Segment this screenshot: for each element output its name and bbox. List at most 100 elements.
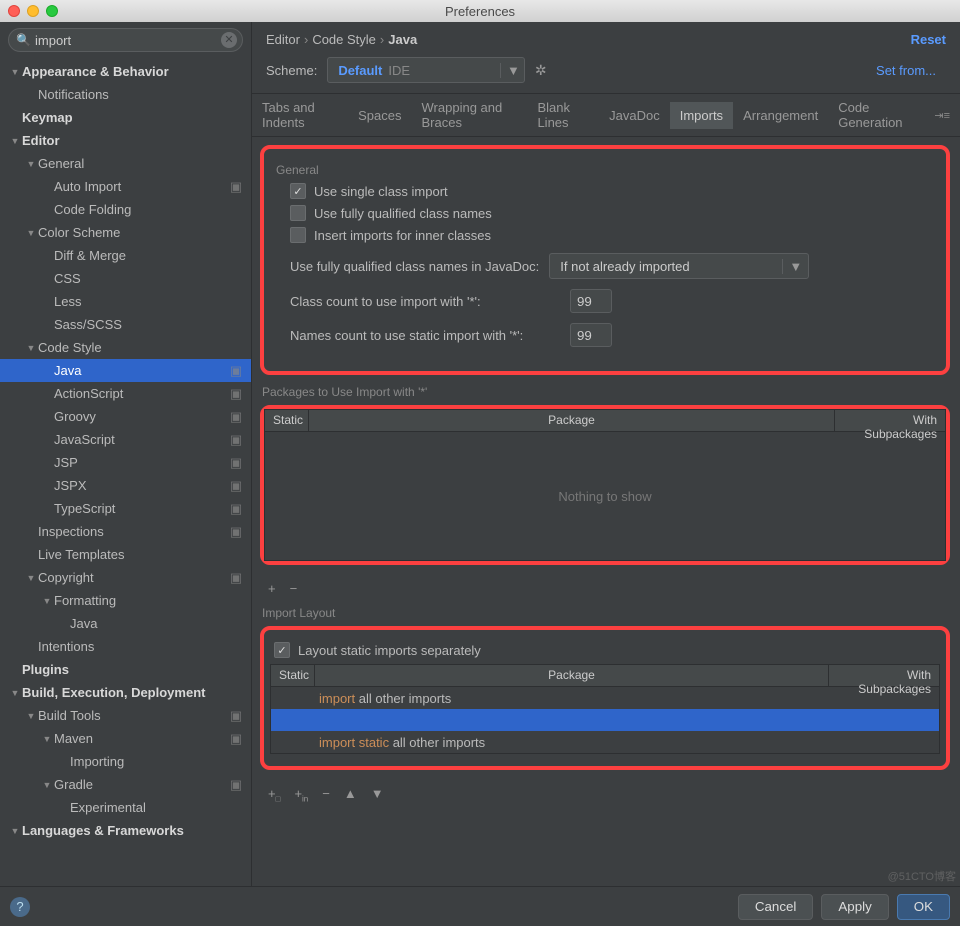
sidebar-item[interactable]: Intentions (0, 635, 251, 658)
table-row[interactable]: import all other imports (271, 687, 939, 709)
set-from-link[interactable]: Set from... (876, 63, 946, 78)
reset-link[interactable]: Reset (911, 32, 946, 47)
watermark: @51CTO博客 (888, 868, 956, 884)
module-icon: ▣ (229, 501, 243, 517)
tabs-bar: Tabs and IndentsSpacesWrapping and Brace… (252, 93, 960, 137)
section-title: Packages to Use Import with '*' (262, 385, 950, 399)
table-row[interactable] (271, 709, 939, 731)
settings-tree: ▼Appearance & BehaviorNotificationsKeyma… (0, 58, 251, 886)
sidebar-item[interactable]: Java (0, 612, 251, 635)
sidebar-item[interactable]: TypeScript▣ (0, 497, 251, 520)
scheme-dropdown[interactable]: Default IDE ▼ (327, 57, 525, 83)
sidebar-item[interactable]: ▼Maven▣ (0, 727, 251, 750)
sidebar-item[interactable]: Auto Import▣ (0, 175, 251, 198)
sidebar-item[interactable]: ▼Editor (0, 129, 251, 152)
help-icon[interactable]: ? (10, 897, 30, 917)
sidebar-item[interactable]: ActionScript▣ (0, 382, 251, 405)
add-package-icon[interactable]: +□ (268, 786, 280, 804)
remove-icon[interactable]: − (290, 581, 298, 596)
table-header: Static Package With Subpackages (265, 410, 945, 432)
content-panel: Editor›Code Style›Java Reset Scheme: Def… (252, 22, 960, 886)
sidebar-item[interactable]: ▼Languages & Frameworks (0, 819, 251, 842)
scheme-label: Scheme: (266, 63, 317, 78)
tab-tabs-and-indents[interactable]: Tabs and Indents (252, 94, 348, 136)
tab-overflow-icon[interactable]: ⇥≡ (924, 109, 960, 122)
section-title: General (276, 163, 936, 177)
sidebar-item[interactable]: JSP▣ (0, 451, 251, 474)
module-icon: ▣ (229, 570, 243, 586)
sidebar-item[interactable]: Inspections▣ (0, 520, 251, 543)
checkbox-layout-static[interactable] (274, 642, 290, 658)
gear-icon[interactable]: ✲ (535, 62, 547, 79)
add-blank-icon[interactable]: +in (294, 786, 308, 804)
tab-imports[interactable]: Imports (670, 102, 733, 129)
tab-blank-lines[interactable]: Blank Lines (527, 94, 599, 136)
tab-arrangement[interactable]: Arrangement (733, 102, 828, 129)
tab-wrapping-and-braces[interactable]: Wrapping and Braces (412, 94, 528, 136)
breadcrumb: Editor›Code Style›Java (266, 32, 417, 47)
tab-javadoc[interactable]: JavaDoc (599, 102, 670, 129)
sidebar-item[interactable]: ▼Color Scheme (0, 221, 251, 244)
sidebar-item[interactable]: Code Folding (0, 198, 251, 221)
sidebar-item[interactable]: CSS (0, 267, 251, 290)
tab-code-generation[interactable]: Code Generation (828, 94, 924, 136)
fq-javadoc-dropdown[interactable]: If not already imported▼ (549, 253, 809, 279)
sidebar-item[interactable]: Less (0, 290, 251, 313)
sidebar-item[interactable]: ▼Build, Execution, Deployment (0, 681, 251, 704)
titlebar: Preferences (0, 0, 960, 22)
module-icon: ▣ (229, 777, 243, 793)
search-icon: 🔍 (16, 33, 31, 47)
apply-button[interactable]: Apply (821, 894, 888, 920)
sidebar-item[interactable]: Plugins (0, 658, 251, 681)
sidebar-item[interactable]: ▼Code Style (0, 336, 251, 359)
class-count-input[interactable] (570, 289, 612, 313)
cancel-button[interactable]: Cancel (738, 894, 814, 920)
tab-spaces[interactable]: Spaces (348, 102, 411, 129)
class-count-label: Class count to use import with '*': (290, 294, 560, 309)
sidebar-item[interactable]: JSPX▣ (0, 474, 251, 497)
table-empty: Nothing to show (265, 432, 945, 560)
move-up-icon[interactable]: ▲ (344, 786, 357, 804)
module-icon: ▣ (229, 179, 243, 195)
sidebar-item[interactable]: Groovy▣ (0, 405, 251, 428)
fq-javadoc-label: Use fully qualified class names in JavaD… (290, 259, 539, 274)
sidebar-item[interactable]: Live Templates (0, 543, 251, 566)
move-down-icon[interactable]: ▼ (371, 786, 384, 804)
sidebar-item[interactable]: Experimental (0, 796, 251, 819)
sidebar-item[interactable]: ▼Gradle▣ (0, 773, 251, 796)
sidebar-item[interactable]: Sass/SCSS (0, 313, 251, 336)
sidebar-item[interactable]: Notifications (0, 83, 251, 106)
sidebar-item[interactable]: Diff & Merge (0, 244, 251, 267)
module-icon: ▣ (229, 386, 243, 402)
sidebar-item[interactable]: ▼Build Tools▣ (0, 704, 251, 727)
table-row[interactable]: import static all other imports (271, 731, 939, 753)
module-icon: ▣ (229, 731, 243, 747)
sidebar-item[interactable]: ▼Appearance & Behavior (0, 60, 251, 83)
sidebar-item[interactable]: Java▣ (0, 359, 251, 382)
section-general: General Use single class import Use full… (260, 145, 950, 375)
window-title: Preferences (0, 4, 960, 19)
module-icon: ▣ (229, 455, 243, 471)
names-count-input[interactable] (570, 323, 612, 347)
footer: ? Cancel Apply OK (0, 886, 960, 926)
ok-button[interactable]: OK (897, 894, 950, 920)
checkbox-use-fq[interactable] (290, 205, 306, 221)
sidebar-item[interactable]: Keymap (0, 106, 251, 129)
section-title: Import Layout (262, 606, 950, 620)
sidebar-item[interactable]: ▼Copyright▣ (0, 566, 251, 589)
sidebar-item[interactable]: ▼General (0, 152, 251, 175)
module-icon: ▣ (229, 432, 243, 448)
remove-icon[interactable]: − (322, 786, 330, 804)
search-input[interactable] (8, 28, 243, 52)
module-icon: ▣ (229, 708, 243, 724)
sidebar: 🔍 ✕ ▼Appearance & BehaviorNotificationsK… (0, 22, 252, 886)
sidebar-item[interactable]: JavaScript▣ (0, 428, 251, 451)
checkbox-use-single[interactable] (290, 183, 306, 199)
sidebar-item[interactable]: Importing (0, 750, 251, 773)
names-count-label: Names count to use static import with '*… (290, 328, 560, 343)
sidebar-item[interactable]: ▼Formatting (0, 589, 251, 612)
add-icon[interactable]: + (268, 581, 276, 596)
module-icon: ▣ (229, 363, 243, 379)
clear-search-icon[interactable]: ✕ (221, 32, 237, 48)
checkbox-insert-inner[interactable] (290, 227, 306, 243)
